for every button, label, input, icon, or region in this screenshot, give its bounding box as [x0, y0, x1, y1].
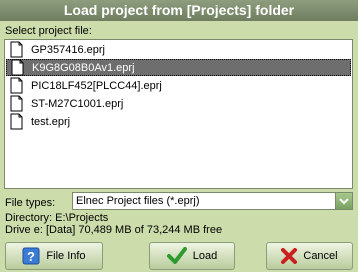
file-name: PIC18LF452[PLCC44].eprj [31, 79, 162, 92]
file-item[interactable]: PIC18LF452[PLCC44].eprj [6, 77, 351, 94]
file-types-select[interactable]: Elnec Project files (*.eprj) [72, 192, 353, 210]
cancel-x-icon [281, 248, 298, 264]
file-item[interactable]: GP357416.eprj [6, 41, 351, 58]
cancel-button[interactable]: Cancel [266, 242, 353, 270]
file-item[interactable]: ST-M27C1001.eprj [6, 95, 351, 112]
file-info-label: File Info [46, 250, 86, 262]
document-icon [10, 77, 23, 94]
file-name: GP357416.eprj [31, 43, 105, 56]
file-item-selected[interactable]: K9G8G08B0Av1.eprj [6, 59, 351, 76]
project-file-list[interactable]: GP357416.eprj K9G8G08B0Av1.eprj PIC18LF4… [4, 39, 353, 189]
document-icon [10, 113, 23, 130]
file-types-value: Elnec Project files (*.eprj) [76, 195, 200, 207]
document-icon [10, 41, 23, 58]
chevron-down-icon [339, 197, 349, 204]
load-project-dialog: Load project from [Projects] folder Sele… [0, 0, 358, 272]
drive-info-text: Drive e: [Data] 70,489 MB of 73,244 MB f… [5, 224, 223, 236]
document-icon [11, 59, 24, 76]
file-info-button[interactable]: ? File Info [5, 242, 103, 270]
checkmark-icon [166, 247, 187, 264]
file-name: ST-M27C1001.eprj [31, 97, 124, 110]
document-icon [10, 95, 23, 112]
select-file-label: Select project file: [5, 25, 92, 37]
file-types-label: File types: [5, 197, 56, 209]
file-name: K9G8G08B0Av1.eprj [32, 61, 135, 74]
svg-text:?: ? [27, 249, 35, 264]
file-name: test.eprj [31, 115, 71, 128]
directory-text: Directory: E:\Projects [5, 212, 109, 224]
file-item[interactable]: test.eprj [6, 113, 351, 130]
cancel-label: Cancel [303, 250, 338, 262]
dialog-title: Load project from [Projects] folder [0, 0, 358, 21]
load-label: Load [192, 250, 218, 262]
load-button[interactable]: Load [149, 242, 235, 270]
dropdown-button[interactable] [335, 193, 352, 209]
help-icon: ? [22, 247, 40, 265]
